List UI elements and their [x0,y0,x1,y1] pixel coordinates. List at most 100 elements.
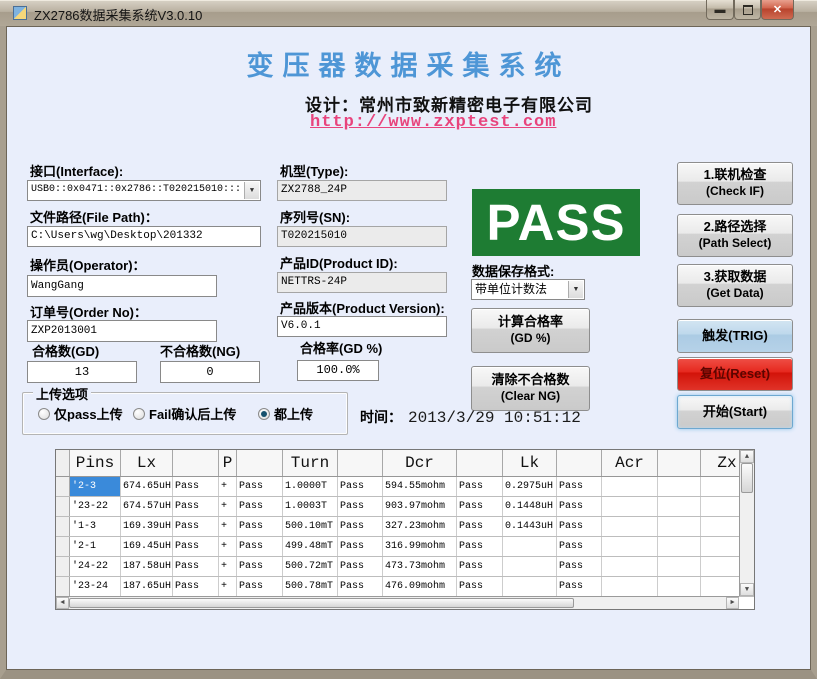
col-header-dcr[interactable]: Dcr [383,450,457,476]
cell[interactable]: 0.2975uH [503,477,557,496]
horizontal-scroll-thumb[interactable] [69,598,574,608]
cell[interactable] [602,557,658,576]
cell[interactable] [658,477,701,496]
col-header-blank[interactable] [658,450,701,476]
table-row[interactable]: '23-24187.65uHPass+Pass500.78mTPass476.0… [56,577,754,597]
cell[interactable]: 903.97mohm [383,497,457,516]
cell[interactable]: 594.55mohm [383,477,457,496]
cell[interactable] [503,557,557,576]
file-path-field[interactable]: C:\Users\wg\Desktop\201332 [27,226,261,247]
cell[interactable] [602,497,658,516]
col-header-lx[interactable]: Lx [121,450,173,476]
cell[interactable]: Pass [557,517,602,536]
cell[interactable]: Pass [457,577,503,596]
cell[interactable]: 1.0003T [283,497,338,516]
cell[interactable]: Pass [173,497,219,516]
col-header-acr[interactable]: Acr [602,450,658,476]
cell[interactable]: Pass [173,537,219,556]
cell[interactable]: '2-3 [70,477,121,496]
check-if-button[interactable]: 1.联机检查(Check IF) [677,162,793,205]
cell[interactable]: + [219,497,237,516]
clear-ng-button[interactable]: 清除不合格数(Clear NG) [471,366,590,411]
cell[interactable]: Pass [457,477,503,496]
cell[interactable] [503,537,557,556]
path-select-button[interactable]: 2.路径选择(Path Select) [677,214,793,257]
cell[interactable]: Pass [338,477,383,496]
cell[interactable]: '23-24 [70,577,121,596]
cell[interactable]: + [219,557,237,576]
get-data-button[interactable]: 3.获取数据(Get Data) [677,264,793,307]
cell[interactable]: + [219,517,237,536]
chevron-down-icon[interactable]: ▼ [568,281,583,298]
radio-pass-only[interactable]: 仅pass上传 [38,404,123,423]
reset-button[interactable]: 复位(Reset) [677,357,793,391]
table-row[interactable]: '2-3674.65uHPass+Pass1.0000TPass594.55mo… [56,477,754,497]
chevron-down-icon[interactable]: ▼ [244,182,259,199]
cell[interactable]: Pass [338,537,383,556]
cell[interactable]: Pass [557,577,602,596]
cell[interactable]: 500.72mT [283,557,338,576]
calc-rate-button[interactable]: 计算合格率(GD %) [471,308,590,353]
minimize-button[interactable]: ▬ [706,0,734,20]
cell[interactable]: 674.65uH [121,477,173,496]
table-row[interactable]: '2-1169.45uHPass+Pass499.48mTPass316.99m… [56,537,754,557]
save-format-combo[interactable]: 带单位计数法 ▼ [471,279,585,300]
cell[interactable] [602,477,658,496]
cell[interactable]: Pass [237,497,283,516]
row-header[interactable] [56,517,70,536]
cell[interactable]: Pass [338,517,383,536]
cell[interactable]: Pass [173,557,219,576]
cell[interactable]: Pass [237,577,283,596]
row-header[interactable] [56,557,70,576]
cell[interactable]: 327.23mohm [383,517,457,536]
radio-upload-all[interactable]: 都上传 [258,404,313,423]
scroll-up-icon[interactable]: ▲ [740,450,754,463]
cell[interactable]: 169.45uH [121,537,173,556]
product-version-field[interactable]: V6.0.1 [277,316,447,337]
cell[interactable] [658,557,701,576]
cell[interactable]: '1-3 [70,517,121,536]
col-header-turn[interactable]: Turn [283,450,338,476]
cell[interactable]: '2-1 [70,537,121,556]
col-header-blank[interactable] [237,450,283,476]
col-header-p[interactable]: P [219,450,237,476]
cell[interactable]: Pass [557,557,602,576]
cell[interactable]: 674.57uH [121,497,173,516]
cell[interactable]: Pass [173,477,219,496]
radio-fail-confirm[interactable]: Fail确认后上传 [133,404,236,423]
row-header[interactable] [56,497,70,516]
cell[interactable]: Pass [457,497,503,516]
cell[interactable]: Pass [237,557,283,576]
row-header[interactable] [56,577,70,596]
start-button[interactable]: 开始(Start) [677,395,793,429]
cell[interactable]: Pass [457,517,503,536]
row-header[interactable] [56,537,70,556]
gd-count-field[interactable]: 13 [27,361,137,383]
cell[interactable]: + [219,477,237,496]
cell[interactable]: 187.65uH [121,577,173,596]
cell[interactable]: Pass [338,557,383,576]
cell[interactable] [658,577,701,596]
col-header-blank[interactable] [457,450,503,476]
vertical-scrollbar[interactable]: ▲ ▼ [739,450,754,596]
cell[interactable] [658,537,701,556]
table-row[interactable]: '23-22674.57uHPass+Pass1.0003TPass903.97… [56,497,754,517]
col-header-pins[interactable]: Pins [70,450,121,476]
cell[interactable]: Pass [338,577,383,596]
cell[interactable]: Pass [557,497,602,516]
cell[interactable]: 500.10mT [283,517,338,536]
cell[interactable]: '23-22 [70,497,121,516]
cell[interactable]: + [219,537,237,556]
col-header-blank[interactable] [338,450,383,476]
row-header[interactable] [56,477,70,496]
cell[interactable]: 187.58uH [121,557,173,576]
cell[interactable]: 1.0000T [283,477,338,496]
operator-field[interactable]: WangGang [27,275,217,297]
order-no-field[interactable]: ZXP2013001 [27,320,217,342]
cell[interactable]: 316.99mohm [383,537,457,556]
table-row[interactable]: '1-3169.39uHPass+Pass500.10mTPass327.23m… [56,517,754,537]
cell[interactable]: Pass [457,557,503,576]
maximize-button[interactable] [734,0,761,20]
cell[interactable]: Pass [173,577,219,596]
scroll-down-icon[interactable]: ▼ [740,583,754,596]
